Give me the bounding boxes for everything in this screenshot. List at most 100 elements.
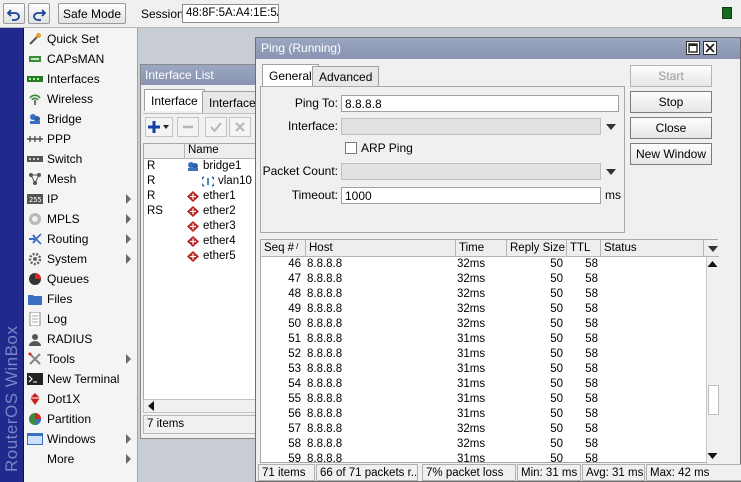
ping-window-titlebar[interactable]: Ping (Running) — [256, 38, 740, 59]
new-window-button[interactable]: New Window — [630, 143, 712, 165]
table-row[interactable]: 55 8.8.8.8 31ms 50 58 — [261, 393, 707, 408]
scroll-down-icon[interactable] — [707, 452, 718, 460]
column-seq-header[interactable]: Seq # / — [261, 240, 306, 257]
radius-icon — [27, 332, 43, 346]
safe-mode-button[interactable]: Safe Mode — [58, 3, 126, 24]
menu-item-label: Queues — [47, 272, 90, 286]
interface-dropdown-icon[interactable] — [606, 124, 616, 130]
menu-item-quick-set[interactable]: Quick Set — [24, 29, 138, 49]
cell-host: 8.8.8.8 — [307, 363, 343, 375]
menu-item-more[interactable]: More — [24, 449, 138, 469]
column-status-header[interactable]: Status — [601, 240, 704, 257]
column-ttl-header[interactable]: TTL — [567, 240, 601, 257]
menu-item-interfaces[interactable]: Interfaces — [24, 69, 138, 89]
cell-status — [602, 288, 702, 303]
scrollbar-thumb[interactable] — [708, 385, 719, 415]
cell-ttl: 58 — [585, 318, 598, 330]
session-field[interactable]: 48:8F:5A:A4:1E:5A — [182, 4, 279, 23]
columns-menu-icon[interactable] — [708, 246, 718, 252]
menu-item-windows[interactable]: Windows — [24, 429, 138, 449]
table-row[interactable]: 49 8.8.8.8 32ms 50 58 — [261, 303, 707, 318]
undo-button[interactable] — [3, 3, 25, 24]
timeout-input[interactable]: 1000 — [341, 187, 601, 204]
table-row[interactable]: 56 8.8.8.8 31ms 50 58 — [261, 408, 707, 423]
close-window-button[interactable] — [703, 41, 717, 55]
menu-item-tools[interactable]: Tools — [24, 349, 138, 369]
cell-host: 8.8.8.8 — [307, 273, 343, 285]
redo-button[interactable] — [28, 3, 50, 24]
enable-button[interactable] — [205, 117, 227, 137]
stop-button[interactable]: Stop — [630, 91, 712, 113]
menu-item-ip[interactable]: 255 IP — [24, 189, 138, 209]
tab-general[interactable]: General — [262, 64, 319, 87]
menu-item-new-terminal[interactable]: New Terminal — [24, 369, 138, 389]
interface-row[interactable]: Rvlan10 — [144, 174, 262, 189]
menu-item-partition[interactable]: Partition — [24, 409, 138, 429]
interface-list-title[interactable]: Interface List — [141, 65, 261, 85]
remove-button[interactable] — [177, 117, 199, 137]
interface-row[interactable]: RS ether2 — [144, 204, 262, 219]
menu-item-bridge[interactable]: Bridge — [24, 109, 138, 129]
quick-set-icon — [27, 32, 43, 46]
tab-interface[interactable]: Interface — [144, 89, 205, 111]
capsman-icon — [27, 52, 43, 66]
menu-item-routing[interactable]: Routing — [24, 229, 138, 249]
cell-seq: 47 — [288, 273, 301, 285]
interface-name: ether2 — [203, 205, 236, 217]
results-vertical-scrollbar[interactable] — [706, 257, 719, 464]
interface-row[interactable]: ether5 — [144, 249, 262, 264]
tab-advanced[interactable]: Advanced — [312, 66, 380, 87]
disable-button[interactable] — [229, 117, 251, 137]
cell-status — [602, 393, 702, 408]
add-button[interactable] — [145, 117, 173, 137]
arp-ping-checkbox[interactable] — [345, 142, 357, 154]
table-row[interactable]: 47 8.8.8.8 32ms 50 58 — [261, 273, 707, 288]
column-name-header[interactable]: Name — [184, 144, 262, 159]
menu-item-capsman[interactable]: CAPsMAN — [24, 49, 138, 69]
menu-item-dot1x[interactable]: Dot1X — [24, 389, 138, 409]
timeout-unit: ms — [605, 188, 621, 202]
column-host-header[interactable]: Host — [306, 240, 456, 257]
scroll-up-icon[interactable] — [707, 260, 718, 268]
interface-row[interactable]: Rbridge1 — [144, 159, 262, 174]
maximize-button[interactable] — [686, 41, 700, 55]
menu-item-ppp[interactable]: PPP — [24, 129, 138, 149]
packet-count-dropdown-icon[interactable] — [606, 169, 616, 175]
start-button[interactable]: Start — [630, 65, 712, 87]
table-row[interactable]: 58 8.8.8.8 32ms 50 58 — [261, 438, 707, 453]
ping-to-input[interactable]: 8.8.8.8 — [341, 95, 619, 112]
cell-seq: 52 — [288, 348, 301, 360]
menu-item-mpls[interactable]: MPLS — [24, 209, 138, 229]
interface-row[interactable]: ether4 — [144, 234, 262, 249]
table-row[interactable]: 46 8.8.8.8 32ms 50 58 — [261, 258, 707, 273]
tab-interface-list[interactable]: Interface L — [202, 91, 260, 113]
menu-item-log[interactable]: Log — [24, 309, 138, 329]
close-button[interactable]: Close — [630, 117, 712, 139]
x-icon — [235, 122, 245, 132]
table-row[interactable]: 52 8.8.8.8 31ms 50 58 — [261, 348, 707, 363]
menu-item-switch[interactable]: Switch — [24, 149, 138, 169]
cell-size: 50 — [550, 378, 563, 390]
interface-table-header: Name — [144, 144, 262, 159]
menu-item-system[interactable]: System — [24, 249, 138, 269]
column-reply-size-header[interactable]: Reply Size — [507, 240, 567, 257]
menu-item-files[interactable]: Files — [24, 289, 138, 309]
column-time-header[interactable]: Time — [456, 240, 507, 257]
table-row[interactable]: 57 8.8.8.8 32ms 50 58 — [261, 423, 707, 438]
interface-select[interactable] — [341, 118, 601, 135]
interface-row[interactable]: ether3 — [144, 219, 262, 234]
cell-time: 31ms — [457, 393, 486, 405]
table-row[interactable]: 48 8.8.8.8 32ms 50 58 — [261, 288, 707, 303]
packet-count-input[interactable] — [341, 163, 601, 180]
table-row[interactable]: 50 8.8.8.8 32ms 50 58 — [261, 318, 707, 333]
table-row[interactable]: 53 8.8.8.8 31ms 50 58 — [261, 363, 707, 378]
interface-horizontal-scrollbar[interactable] — [143, 399, 261, 413]
menu-item-queues[interactable]: Queues — [24, 269, 138, 289]
menu-item-mesh[interactable]: Mesh — [24, 169, 138, 189]
menu-item-wireless[interactable]: Wireless — [24, 89, 138, 109]
interface-row[interactable]: Rether1 — [144, 189, 262, 204]
cell-time: 31ms — [457, 333, 486, 345]
table-row[interactable]: 51 8.8.8.8 31ms 50 58 — [261, 333, 707, 348]
table-row[interactable]: 54 8.8.8.8 31ms 50 58 — [261, 378, 707, 393]
menu-item-radius[interactable]: RADIUS — [24, 329, 138, 349]
